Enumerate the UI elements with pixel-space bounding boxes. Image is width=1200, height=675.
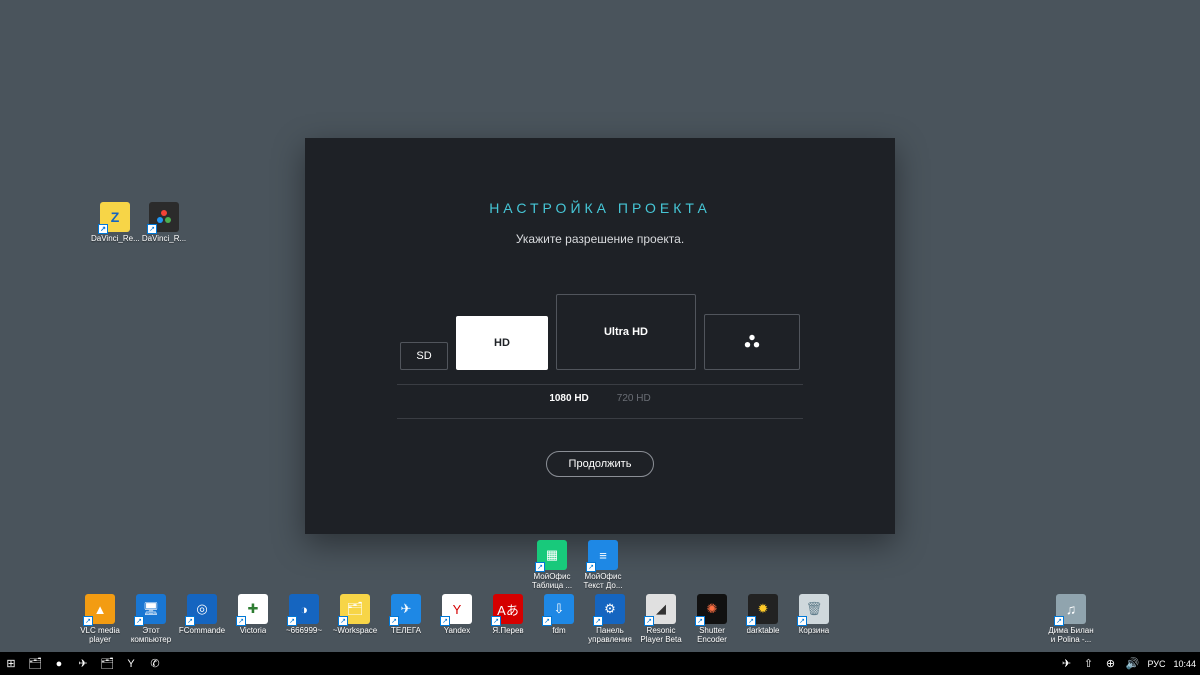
divider (397, 418, 803, 419)
desktop-shortcut[interactable]: ▦↗МойОфис Таблица ... (528, 540, 576, 591)
taskbar-app-icon[interactable]: 🗂 (100, 657, 114, 671)
resolution-custom-button[interactable] (704, 314, 800, 370)
shortcut-label: ~Workspace (333, 627, 378, 645)
shortcut-label: Панель управления (586, 627, 634, 645)
taskbar-tray: ✈ ⇧ ⊕ 🔊 РУС 10:44 (1059, 657, 1196, 671)
desktop-shortcut[interactable]: Y↗Yandex (433, 594, 481, 645)
taskbar-app-icon[interactable]: ✈ (76, 657, 90, 671)
shortcut-label: darktable (747, 627, 780, 645)
resolution-row: SD HD Ultra HD (305, 294, 895, 370)
shortcut-label: МойОфис Текст До... (579, 573, 627, 591)
taskbar-clock[interactable]: 10:44 (1173, 659, 1196, 669)
shortcut-label: Shutter Encoder (688, 627, 736, 645)
dialog-title: НАСТРОЙКА ПРОЕКТА (305, 200, 895, 216)
shortcut-label: FCommande (179, 627, 225, 645)
tray-icon[interactable]: ⇧ (1081, 657, 1095, 671)
taskbar-lang[interactable]: РУС (1147, 659, 1165, 669)
desktop-shortcut-davinci-resolve[interactable]: ↗ DaVinci_R... (140, 202, 188, 244)
taskbar-app-icon[interactable]: ● (52, 657, 66, 671)
shortcut-label: ТЕЛЕГА (391, 627, 421, 645)
desktop-shortcut[interactable]: ✺↗Shutter Encoder (688, 594, 736, 645)
shortcut-label: Victoria (240, 627, 267, 645)
desktop-shortcut[interactable]: 🖥↗Этот компьютер (127, 594, 175, 645)
desktop-shortcut[interactable]: ▲↗VLC media player (76, 594, 124, 645)
sub-resolution-row: 1080 HD 720 HD (305, 393, 895, 404)
resolution-hd-button[interactable]: HD (456, 316, 548, 370)
desktop-row-office: ▦↗МойОфис Таблица ...≡↗МойОфис Текст До.… (528, 540, 627, 591)
desktop-shortcut[interactable]: ◢↗Resonic Player Beta (637, 594, 685, 645)
shortcut-label: DaVinci_R... (140, 235, 188, 244)
shortcut-label: Yandex (444, 627, 471, 645)
shortcut-label: Resonic Player Beta (637, 627, 685, 645)
desktop-shortcut[interactable]: 🗂↗~Workspace (331, 594, 379, 645)
desktop-shortcut[interactable]: 🗑↗Корзина (790, 594, 838, 645)
sub-res-1080[interactable]: 1080 HD (549, 393, 588, 404)
davinci-icon (155, 208, 173, 226)
resolution-uhd-button[interactable]: Ultra HD (556, 294, 696, 370)
tray-icon[interactable]: 🔊 (1125, 657, 1139, 671)
taskbar-app-icon[interactable]: 🗂 (28, 657, 42, 671)
desktop-shortcut[interactable]: ✈↗ТЕЛЕГА (382, 594, 430, 645)
desktop-shortcut-html-file[interactable]: ♫↗ Дима Билан и Polina -... (1047, 594, 1095, 645)
desktop-shortcut[interactable]: ✚↗Victoria (229, 594, 277, 645)
shortcut-label: VLC media player (76, 627, 124, 645)
project-setup-dialog: НАСТРОЙКА ПРОЕКТА Укажите разрешение про… (305, 138, 895, 534)
desktop-shortcut[interactable]: ✹↗darktable (739, 594, 787, 645)
shortcut-label: Корзина (799, 627, 829, 645)
desktop-shortcut[interactable]: ≡↗МойОфис Текст До... (579, 540, 627, 591)
shortcut-label: fdm (552, 627, 565, 645)
shortcut-label: Я.Перев (492, 627, 523, 645)
shortcut-label: Дима Билан и Polina -... (1047, 627, 1095, 645)
shortcut-label: DaVinci_Re... (91, 235, 139, 244)
sub-res-720[interactable]: 720 HD (617, 393, 651, 404)
divider (397, 384, 803, 385)
taskbar-app-icon[interactable]: ✆ (148, 657, 162, 671)
tray-icon[interactable]: ⊕ (1103, 657, 1117, 671)
desktop-row-main: ▲↗VLC media player🖥↗Этот компьютер◎↗FCom… (76, 594, 838, 645)
dialog-subtitle: Укажите разрешение проекта. (305, 232, 895, 246)
start-button[interactable]: ⊞ (4, 657, 18, 671)
desktop-shortcut[interactable]: ⚙↗Панель управления (586, 594, 634, 645)
desktop-shortcut[interactable]: ⇩↗fdm (535, 594, 583, 645)
shortcut-label: МойОфис Таблица ... (528, 573, 576, 591)
resolution-sd-button[interactable]: SD (400, 342, 448, 370)
taskbar-left: ⊞ 🗂 ● ✈ 🗂 Y ✆ (4, 657, 162, 671)
continue-button[interactable]: Продолжить (546, 451, 655, 477)
desktop-shortcut-davinci-archive[interactable]: Z↗ DaVinci_Re... (91, 202, 139, 244)
taskbar: ⊞ 🗂 ● ✈ 🗂 Y ✆ ✈ ⇧ ⊕ 🔊 РУС 10:44 (0, 652, 1200, 675)
desktop-shortcut[interactable]: Aあ↗Я.Перев (484, 594, 532, 645)
shortcut-label: ~666999~ (286, 627, 322, 645)
shortcut-label: Этот компьютер (127, 627, 175, 645)
desktop-shortcut[interactable]: ◎↗FCommande (178, 594, 226, 645)
davinci-icon (743, 333, 761, 351)
desktop-shortcut[interactable]: ◑↗~666999~ (280, 594, 328, 645)
taskbar-app-icon[interactable]: Y (124, 657, 138, 671)
tray-icon[interactable]: ✈ (1059, 657, 1073, 671)
